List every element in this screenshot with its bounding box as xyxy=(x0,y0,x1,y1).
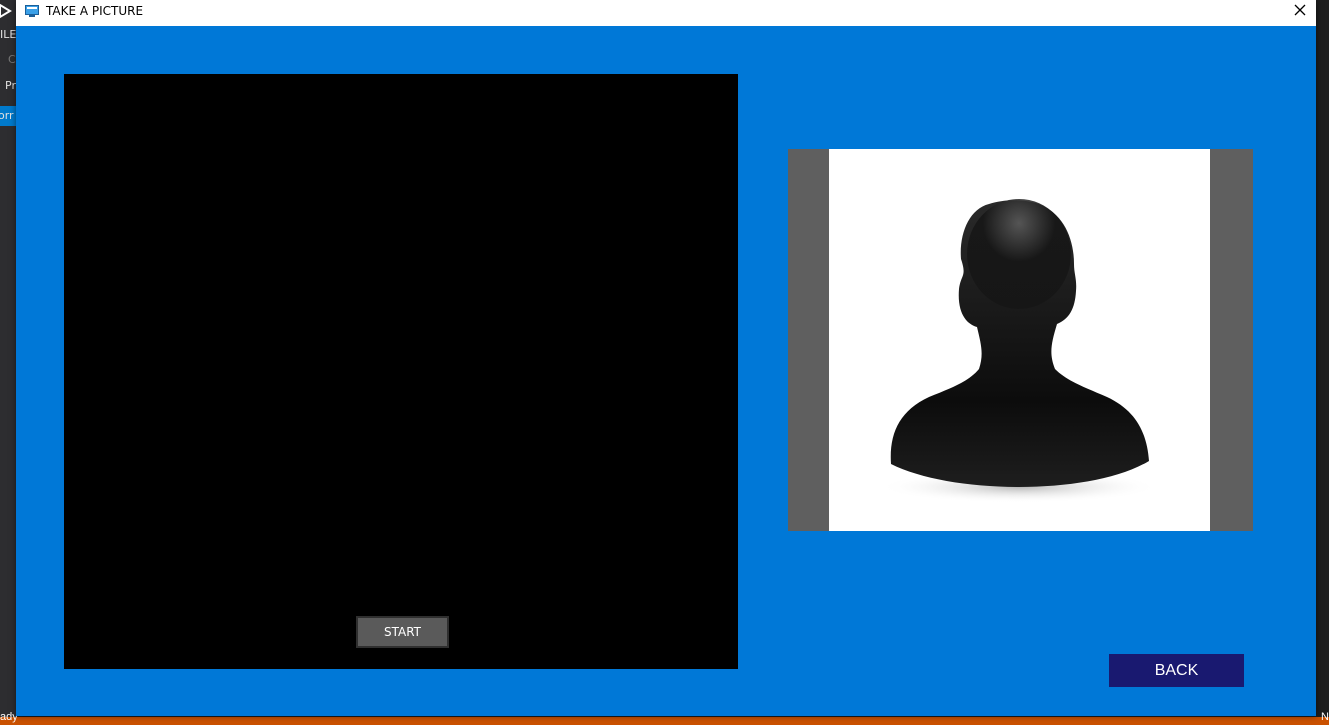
ide-menu-fragment: ILE xyxy=(0,28,16,41)
window-app-icon xyxy=(25,5,39,17)
background-ide-right-strip xyxy=(1315,0,1329,725)
ide-project-fragment: Pr xyxy=(5,79,16,92)
start-button[interactable]: START xyxy=(356,616,449,648)
ide-active-tab-fragment: orr xyxy=(0,106,16,126)
back-button[interactable]: BACK xyxy=(1109,654,1244,687)
close-icon xyxy=(1294,4,1306,16)
background-ide-left-strip: ILE C Pr orr xyxy=(0,0,16,725)
picture-frame xyxy=(829,149,1210,531)
window-title: TAKE A PICTURE xyxy=(46,4,144,18)
visual-studio-logo-icon xyxy=(0,3,12,19)
ide-tab-label-fragment: orr xyxy=(0,109,14,122)
window-titlebar[interactable]: TAKE A PICTURE xyxy=(16,0,1316,26)
take-picture-window: TAKE A PICTURE START BACK xyxy=(16,0,1316,716)
captured-picture-box xyxy=(788,149,1253,531)
person-silhouette-icon xyxy=(879,199,1159,503)
camera-preview: START xyxy=(64,74,738,669)
background-ide-status-bar: ady N xyxy=(0,711,1329,725)
ide-status-right-fragment: N xyxy=(1321,711,1329,723)
ide-toolbar-fragment: C xyxy=(8,53,16,66)
close-button[interactable] xyxy=(1284,0,1316,22)
